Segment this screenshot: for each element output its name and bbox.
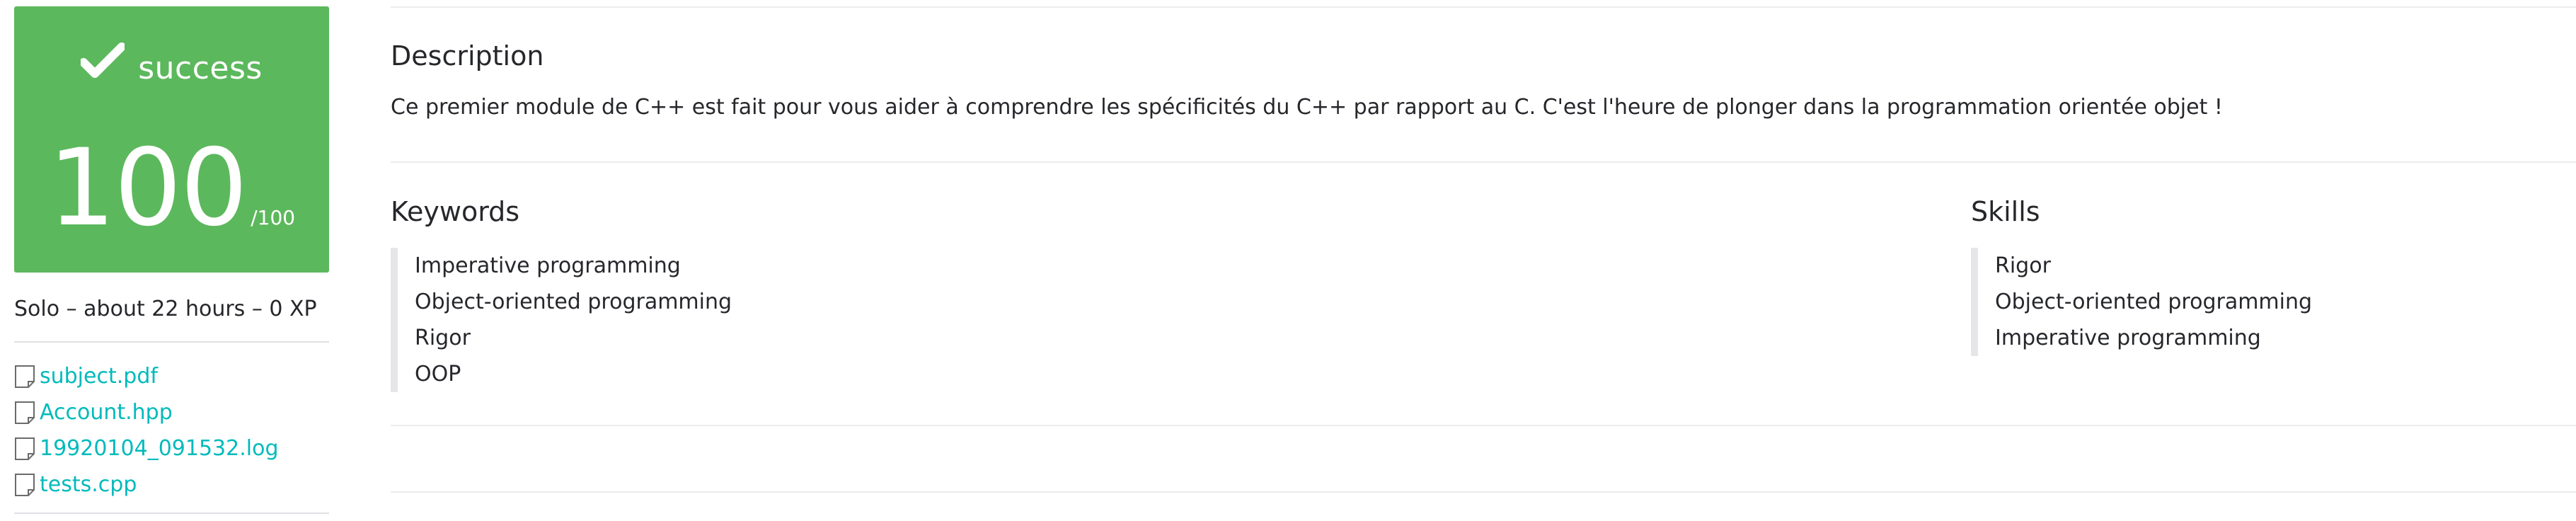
score: 100/100 (14, 135, 329, 241)
project-meta: Solo – about 22 hours – 0 XP (14, 297, 317, 321)
attachment-item[interactable]: Account.hpp (14, 394, 329, 430)
attachment-item[interactable]: 19920104_091532.log (14, 430, 329, 466)
attachment-item[interactable]: subject.pdf (14, 358, 329, 394)
section-divider (391, 491, 2576, 493)
attachment-list: subject.pdf Account.hpp 19920104_091532.… (14, 358, 329, 503)
divider (14, 513, 329, 514)
status-label: success (138, 50, 263, 86)
skill-item: Imperative programming (1995, 326, 2261, 350)
skill-item: Rigor (1995, 253, 2051, 278)
section-divider (391, 161, 2576, 163)
file-icon (15, 365, 35, 388)
keywords-list: Imperative programming Object-oriented p… (391, 248, 732, 392)
status-line: success (14, 42, 329, 86)
description-heading: Description (391, 40, 544, 71)
attachment-link[interactable]: 19920104_091532.log (40, 436, 279, 461)
attachment-item[interactable]: tests.cpp (14, 466, 329, 503)
file-icon (15, 437, 35, 460)
attachment-link[interactable]: Account.hpp (40, 400, 173, 425)
skills-list: Rigor Object-oriented programming Impera… (1971, 248, 2312, 356)
keywords-heading: Keywords (391, 196, 520, 227)
attachment-link[interactable]: subject.pdf (40, 364, 158, 389)
section-divider (391, 6, 2576, 8)
keyword-item: Object-oriented programming (415, 290, 732, 314)
status-card: success 100/100 (14, 6, 329, 273)
keyword-item: OOP (415, 362, 461, 387)
file-icon (15, 473, 35, 496)
check-icon (79, 42, 127, 82)
score-value: 100 (47, 127, 248, 250)
score-max: /100 (251, 206, 296, 229)
keyword-item: Imperative programming (415, 253, 681, 278)
divider (14, 341, 329, 343)
description-text: Ce premier module de C++ est fait pour v… (391, 95, 2223, 120)
section-divider (391, 425, 2576, 426)
skill-item: Object-oriented programming (1995, 290, 2313, 314)
keyword-item: Rigor (415, 326, 471, 350)
file-icon (15, 401, 35, 424)
attachment-link[interactable]: tests.cpp (40, 472, 137, 497)
project-summary-panel: success 100/100 Solo – about 22 hours – … (14, 6, 329, 514)
skills-heading: Skills (1971, 196, 2040, 227)
